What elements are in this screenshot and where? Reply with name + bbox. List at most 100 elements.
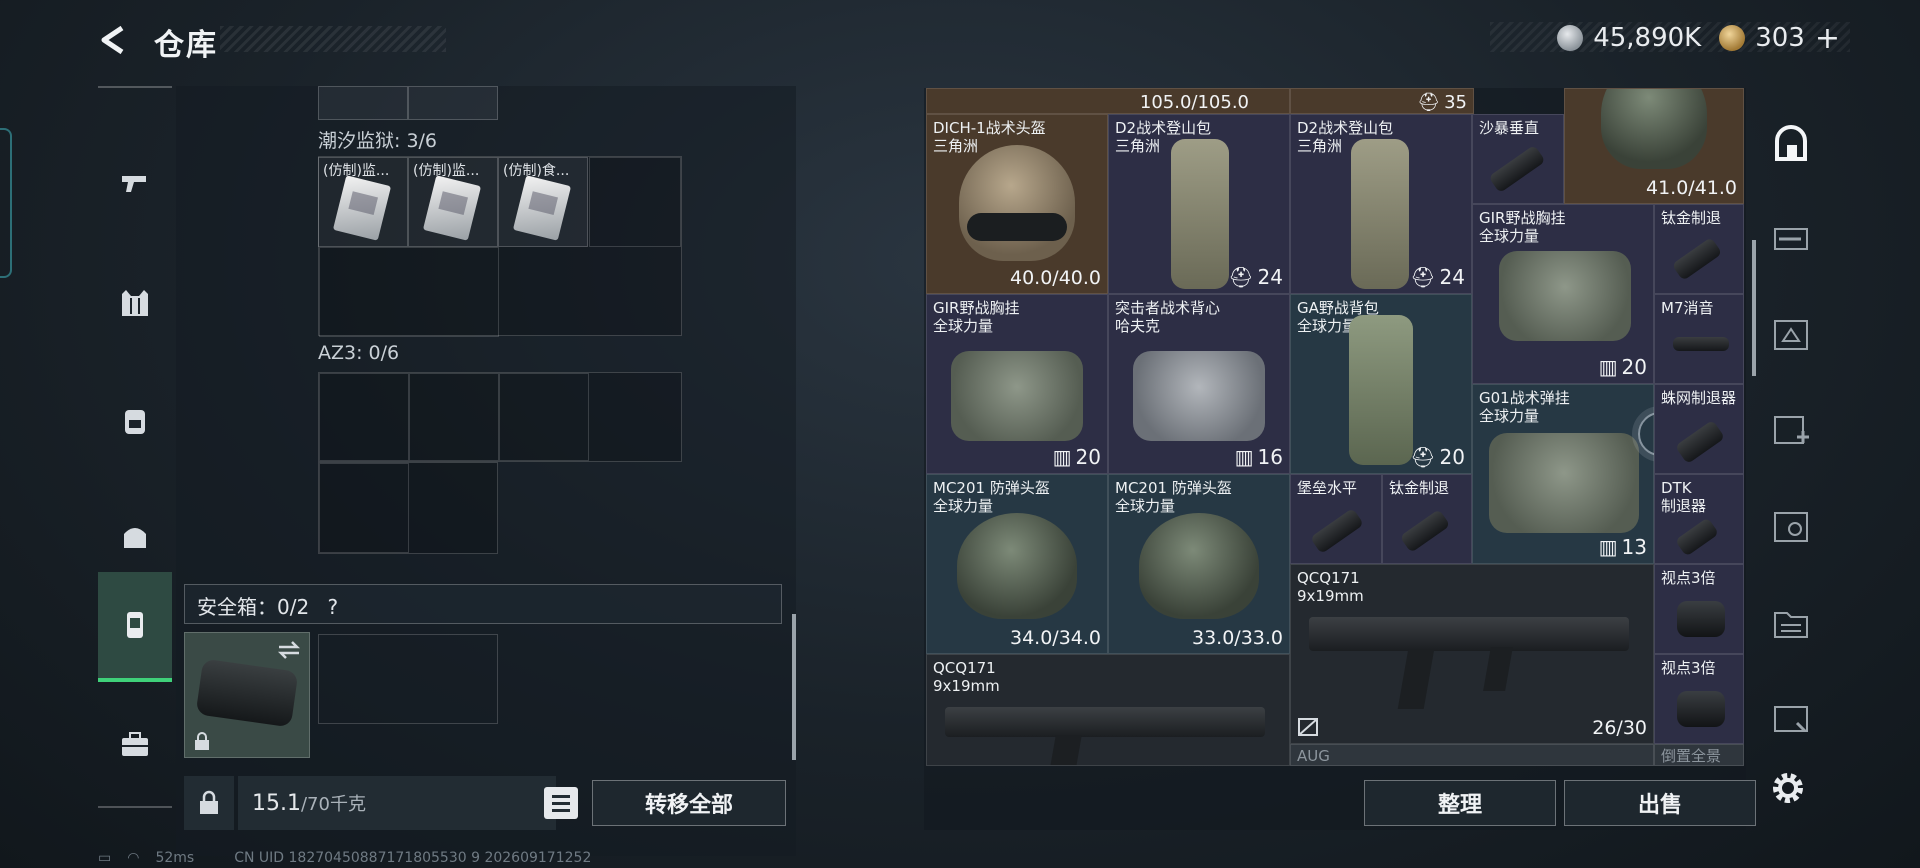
sort-button[interactable]: 整理 bbox=[1364, 780, 1556, 826]
inventory-item[interactable]: 堡垒水平 bbox=[1290, 474, 1382, 564]
left-category-nav bbox=[98, 86, 172, 808]
inventory-item[interactable]: G01战术弹挂 全球力量 ▥ 13 bbox=[1472, 384, 1654, 564]
grid-slot[interactable] bbox=[319, 247, 499, 337]
lock-button[interactable] bbox=[184, 776, 234, 830]
safe-slot[interactable] bbox=[318, 634, 498, 724]
nav-cases[interactable] bbox=[98, 690, 172, 800]
add-currency-button[interactable]: + bbox=[1815, 21, 1840, 56]
vest-icon bbox=[122, 290, 148, 316]
lock-icon bbox=[195, 732, 209, 750]
muzzle-brake-icon bbox=[1674, 517, 1720, 557]
scope-icon bbox=[1677, 601, 1725, 637]
inventory-item[interactable]: GA野战背包 全球力量 ⛑ 20 bbox=[1290, 294, 1472, 474]
filter-medical[interactable] bbox=[1766, 406, 1816, 456]
inventory-item[interactable]: MC201 防弹头盔 全球力量 33.0/33.0 bbox=[1108, 474, 1290, 654]
vest-icon bbox=[1499, 251, 1631, 341]
inventory-item[interactable]: D2战术登山包 三角洲 ⛑ 24 bbox=[1108, 114, 1290, 294]
inventory-item[interactable]: (仿制)监... bbox=[408, 157, 498, 247]
silver-coin-icon bbox=[1557, 25, 1584, 51]
uid-text: CN UID 18270450887171805530 9 2026091712… bbox=[234, 850, 592, 866]
weight-value: 15.1 bbox=[252, 791, 301, 816]
settings-button[interactable] bbox=[1766, 766, 1810, 810]
inventory-item[interactable]: 沙暴垂直 bbox=[1472, 114, 1564, 204]
access-card-icon bbox=[422, 175, 482, 241]
inventory-item[interactable]: 钛金制退 bbox=[1382, 474, 1472, 564]
inventory-item-partial[interactable]: AUG bbox=[1290, 744, 1654, 766]
inventory-item-partial[interactable]: ⛑ 35 bbox=[1290, 88, 1474, 114]
status-bar: ▭ ◠ 52ms CN UID 18270450887171805530 9 2… bbox=[98, 850, 591, 866]
inventory-item[interactable]: DICH-1战术头盔 三角洲 40.0/40.0 bbox=[926, 114, 1108, 294]
back-button[interactable] bbox=[96, 22, 136, 58]
backpack-icon bbox=[1171, 139, 1229, 289]
weight-display: 15.1/70千克 bbox=[238, 776, 556, 830]
inventory-item[interactable]: (仿制)监... bbox=[318, 157, 408, 247]
inventory-item[interactable]: 视点3倍 bbox=[1654, 654, 1744, 744]
nav-safe-box[interactable] bbox=[98, 572, 172, 682]
grid-slot[interactable] bbox=[499, 373, 589, 461]
filter-all[interactable] bbox=[1766, 120, 1816, 170]
inventory-item[interactable]: MC201 防弹头盔 全球力量 34.0/34.0 bbox=[926, 474, 1108, 654]
misc-filter-icon bbox=[1774, 706, 1808, 733]
currency-display: 45,890K 303 + bbox=[1557, 18, 1840, 58]
inventory-item[interactable]: D2战术登山包 三角洲 ⛑ 24 bbox=[1290, 114, 1472, 294]
inventory-item-partial[interactable]: 倒置全景 bbox=[1654, 744, 1744, 766]
swap-icon[interactable] bbox=[275, 639, 303, 661]
container-label: AZ3: 0/6 bbox=[318, 342, 400, 364]
safe-case-item[interactable] bbox=[184, 632, 310, 758]
nav-backpacks[interactable] bbox=[98, 366, 172, 476]
battery-icon: ▭ bbox=[98, 850, 112, 866]
grid-slot[interactable] bbox=[319, 373, 409, 461]
backpack-icon bbox=[125, 410, 145, 434]
filter-armor[interactable] bbox=[1766, 310, 1816, 360]
wifi-icon: ◠ bbox=[127, 850, 140, 866]
inventory-item[interactable]: M7消音 bbox=[1654, 294, 1744, 384]
grid-slot[interactable] bbox=[589, 157, 681, 247]
suppressor-icon bbox=[1673, 337, 1729, 351]
smg-icon bbox=[945, 707, 1265, 737]
all-items-icon bbox=[1775, 125, 1807, 161]
inventory-item[interactable]: (仿制)食... bbox=[498, 157, 588, 247]
weight-unit: /70千克 bbox=[300, 794, 366, 815]
helmet-icon bbox=[957, 513, 1077, 619]
inventory-item[interactable]: QCQ171 9x19mm 26/30 bbox=[1290, 564, 1654, 744]
filter-misc[interactable] bbox=[1766, 694, 1816, 744]
inventory-item-partial[interactable]: 105.0/105.0 bbox=[926, 88, 1290, 114]
side-drawer-handle[interactable] bbox=[0, 128, 12, 278]
gold-amount: 303 bbox=[1755, 23, 1805, 53]
left-scrollbar[interactable] bbox=[792, 614, 796, 760]
filter-weapons[interactable] bbox=[1766, 214, 1816, 264]
inventory-item[interactable]: 钛金制退 bbox=[1654, 204, 1744, 294]
ping-text: 52ms bbox=[155, 850, 195, 866]
safe-box-label: 安全箱：0/2 bbox=[197, 595, 310, 619]
sell-button[interactable]: 出售 bbox=[1564, 780, 1756, 826]
inventory-item[interactable]: GIR野战胸挂 全球力量 ▥ 20 bbox=[926, 294, 1108, 474]
container-grid bbox=[318, 462, 498, 554]
gold-coin-icon bbox=[1719, 25, 1746, 51]
inventory-item[interactable]: DTK 制退器 bbox=[1654, 474, 1744, 564]
grid-slot[interactable] bbox=[409, 373, 499, 461]
case-icon bbox=[122, 732, 148, 756]
safe-box-header: 安全箱：0/2 ? bbox=[184, 584, 782, 624]
inventory-item[interactable]: QCQ171 9x19mm bbox=[926, 654, 1290, 766]
right-scrollbar[interactable] bbox=[1752, 240, 1756, 376]
inventory-item[interactable]: 突击者战术背心 哈夫克 ▥ 16 bbox=[1108, 294, 1290, 474]
vest-icon bbox=[1133, 351, 1265, 441]
inventory-item[interactable]: 41.0/41.0 bbox=[1564, 88, 1744, 204]
nav-vests[interactable] bbox=[98, 248, 172, 358]
nav-weapons[interactable] bbox=[98, 128, 172, 238]
ammo-filter-icon bbox=[1774, 512, 1808, 542]
grid-slot[interactable] bbox=[319, 463, 409, 553]
back-arrow-icon bbox=[101, 25, 124, 55]
transfer-all-button[interactable]: 转移全部 bbox=[592, 780, 786, 826]
filter-folder[interactable] bbox=[1766, 598, 1816, 648]
help-button[interactable]: ? bbox=[328, 595, 339, 619]
muzzle-brake-icon bbox=[1399, 509, 1451, 553]
inventory-item[interactable]: 蛛网制退器 bbox=[1654, 384, 1744, 474]
inventory-item[interactable]: GIR野战胸挂 全球力量 ▥ 20 bbox=[1472, 204, 1654, 384]
inventory-item[interactable]: 视点3倍 bbox=[1654, 564, 1744, 654]
filter-ammo[interactable] bbox=[1766, 502, 1816, 552]
partial-item[interactable] bbox=[408, 86, 498, 120]
muzzle-brake-icon bbox=[1671, 237, 1723, 281]
list-view-button[interactable] bbox=[544, 787, 578, 819]
partial-item[interactable] bbox=[318, 86, 408, 120]
